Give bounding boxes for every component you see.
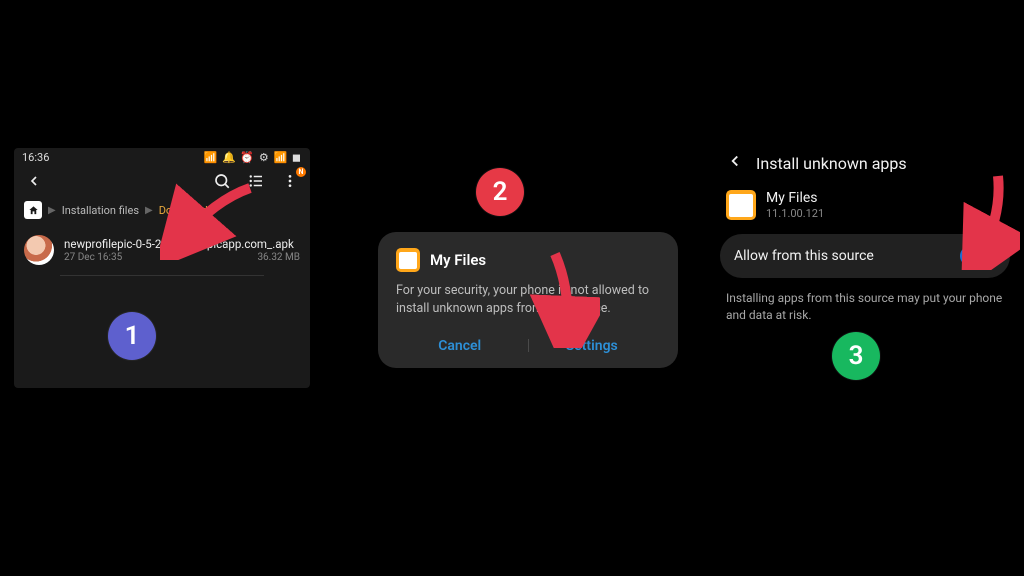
search-icon[interactable] (212, 171, 232, 191)
settings-button[interactable]: Settings (566, 338, 618, 354)
app-info-row: My Files 11.1.00.121 (720, 186, 1010, 234)
file-name: newprofilepic-0-5-25-n…ofilepicapp.com_.… (64, 237, 300, 251)
app-version: 11.1.00.121 (766, 207, 824, 220)
toggle-label: Allow from this source (734, 248, 874, 264)
dialog-header: My Files (396, 248, 660, 272)
status-bar: 16:36 📶 🔔 ⏰ ⚙ 📶 ◼ (14, 148, 310, 165)
dialog-title: My Files (430, 251, 486, 269)
folder-app-icon (726, 190, 756, 220)
breadcrumb: ▶ Installation files ▶ Download (14, 195, 310, 227)
breadcrumb-current[interactable]: Download (159, 204, 208, 217)
step-badge-1: 1 (108, 312, 156, 360)
breadcrumb-home-icon[interactable] (24, 201, 42, 219)
file-size: 36.32 MB (257, 252, 300, 263)
file-thumbnail-icon (24, 235, 54, 265)
cancel-button[interactable]: Cancel (438, 338, 481, 354)
install-unknown-apps-screen: Install unknown apps My Files 11.1.00.12… (720, 148, 1010, 324)
folder-app-icon (396, 248, 420, 272)
file-date: 27 Dec 16:35 (64, 252, 122, 263)
file-list-item[interactable]: newprofilepic-0-5-25-n…ofilepicapp.com_.… (14, 227, 310, 273)
dialog-body-text: For your security, your phone is not all… (396, 282, 660, 318)
chevron-right-icon: ▶ (145, 205, 153, 216)
security-dialog: My Files For your security, your phone i… (378, 232, 678, 368)
settings-header: Install unknown apps (720, 148, 1010, 186)
app-name: My Files (766, 190, 824, 206)
breadcrumb-item[interactable]: Installation files (62, 204, 139, 217)
step-badge-3: 3 (832, 332, 880, 380)
file-manager-toolbar (14, 165, 310, 195)
dialog-actions: Cancel Settings (396, 332, 660, 358)
chevron-right-icon: ▶ (48, 205, 56, 216)
settings-title: Install unknown apps (756, 154, 907, 173)
divider (60, 275, 264, 276)
status-indicators: 📶 🔔 ⏰ ⚙ 📶 ◼ (204, 151, 302, 164)
status-clock: 16:36 (22, 151, 49, 164)
file-manager-screen: 16:36 📶 🔔 ⏰ ⚙ 📶 ◼ ▶ Installation files ▶ (14, 148, 310, 388)
step-badge-2: 2 (476, 168, 524, 216)
warning-text: Installing apps from this source may put… (720, 278, 1010, 324)
back-icon[interactable] (24, 171, 44, 191)
toggle-switch[interactable] (960, 246, 996, 266)
allow-source-toggle-row[interactable]: Allow from this source (720, 234, 1010, 278)
file-info: newprofilepic-0-5-25-n…ofilepicapp.com_.… (64, 237, 300, 263)
list-view-icon[interactable] (246, 171, 266, 191)
more-options-icon[interactable] (280, 171, 300, 191)
back-icon[interactable] (726, 152, 744, 174)
